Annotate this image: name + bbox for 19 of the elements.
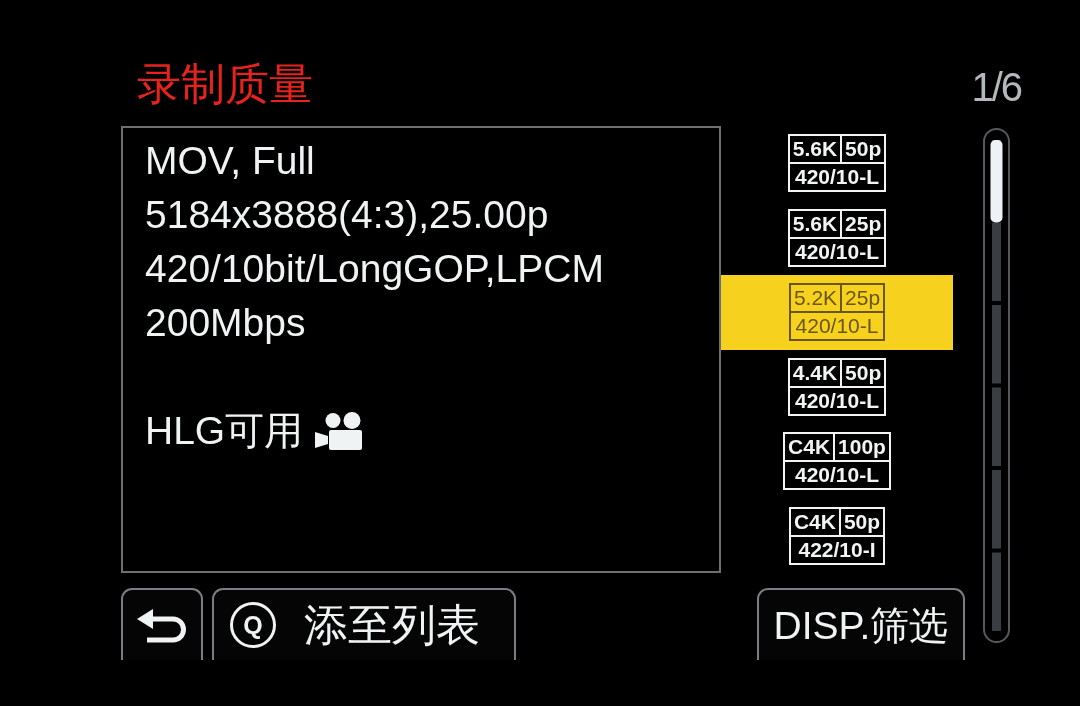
detail-text: MOV, Full — [145, 138, 315, 184]
return-arrow-icon — [136, 607, 188, 643]
detail-text: 5184x3888(4:3),25.00p — [145, 192, 549, 238]
format-option[interactable]: C4K 50p 422/10-I — [721, 498, 953, 573]
page-indicator: 1/6 — [971, 64, 1021, 110]
format-option[interactable]: C4K 100p 420/10-L — [721, 424, 953, 499]
detail-text: 420/10bit/LongGOP,LPCM — [145, 246, 604, 292]
back-button[interactable] — [121, 588, 203, 660]
movie-camera-icon — [315, 412, 364, 450]
filter-button[interactable]: DISP.筛选 — [757, 588, 965, 660]
format-option[interactable]: 4.4K 50p 420/10-L — [721, 349, 953, 424]
detail-text: 200Mbps — [145, 300, 306, 346]
screen-title: 录制质量 — [137, 58, 313, 110]
add-to-list-button[interactable]: Q 添至列表 — [212, 588, 516, 660]
format-option[interactable]: 5.2K 25p 420/10-L — [721, 275, 953, 350]
format-option[interactable]: 5.6K 50p 420/10-L — [721, 126, 953, 201]
format-option[interactable]: 5.6K 25p 420/10-L — [721, 200, 953, 275]
scrollbar[interactable] — [983, 128, 1010, 643]
hlg-note: HLG可用 — [145, 408, 304, 454]
